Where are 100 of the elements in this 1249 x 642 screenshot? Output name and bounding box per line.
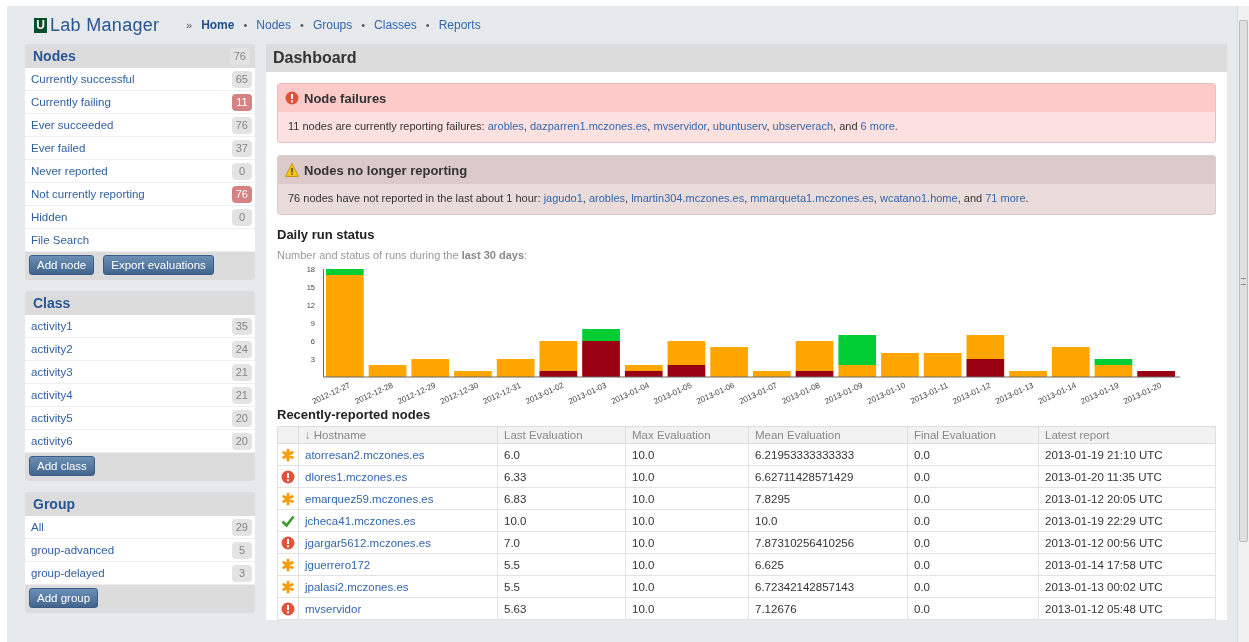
alert-title: Nodes no longer reporting <box>304 162 468 178</box>
node-link[interactable]: 71 more <box>985 192 1026 204</box>
scrollbar-drawing[interactable] <box>1237 6 1249 642</box>
panel-title: Nodes <box>33 48 76 64</box>
alert-title: Node failures <box>304 90 387 106</box>
panel-title: Class <box>33 295 71 311</box>
table-cell: 2013-01-12 20:05 UTC <box>1038 487 1216 510</box>
nav-link[interactable]: Classes <box>374 18 417 32</box>
panel-title: Dashboard <box>266 44 1227 72</box>
chart-caption: Number and status of runs during the last 30 days: <box>277 249 529 261</box>
node-link[interactable]: jagudo1 <box>543 192 583 204</box>
sidebar-link[interactable]: activity4 <box>31 389 73 401</box>
table-cell: 0.0 <box>907 443 1039 466</box>
action-button[interactable]: Export evaluations <box>103 255 214 275</box>
warning-icon <box>285 163 299 177</box>
table-cell: 2013-01-12 00:56 UTC <box>1038 531 1216 554</box>
alert-message: 76 nodes have not reported in the last about 1 hour: jagudo1, arobles, lmartin304.mczones.es, mmarqueta1.mczones.es, wcatano1.home, and 71 more. <box>287 191 1030 206</box>
table-cell: 10.0 <box>625 487 749 510</box>
app-title: Lab Manager <box>50 14 160 36</box>
hostname-link[interactable]: mvservidor <box>305 602 362 615</box>
table-cell: 2013-01-13 00:02 UTC <box>1038 575 1216 598</box>
nav-link[interactable]: Reports <box>438 18 481 32</box>
table-cell: 2013-01-19 22:29 UTC <box>1038 509 1216 532</box>
sidebar-link[interactable]: File Search <box>31 234 90 246</box>
nav-separator: • <box>300 19 304 31</box>
count-badge: 29 <box>231 518 252 536</box>
section-title: Daily run status <box>277 227 376 242</box>
count-badge: 21 <box>231 386 252 404</box>
table-header[interactable]: Mean Evaluation <box>748 426 908 444</box>
count-badge: 11 <box>232 93 252 111</box>
table-cell: 10.0 <box>625 443 749 466</box>
count-badge: 0 <box>232 162 252 180</box>
count-badge: 20 <box>231 409 252 427</box>
sidebar-link[interactable]: activity6 <box>31 435 73 447</box>
sidebar-link[interactable]: group-delayed <box>31 567 105 579</box>
table-cell: 10.0 <box>497 509 626 532</box>
count-badge: 3 <box>232 564 252 582</box>
table-cell: 10.0 <box>625 509 749 532</box>
table-cell: 2013-01-19 21:10 UTC <box>1038 443 1216 466</box>
node-link[interactable]: 6 more <box>860 120 895 132</box>
count-badge: 76 <box>231 116 252 134</box>
table-cell: 10.0 <box>625 465 749 488</box>
table-cell: 0.0 <box>907 487 1039 510</box>
node-link[interactable]: wcatano1.home <box>880 192 958 204</box>
sidebar-link[interactable]: All <box>31 521 44 533</box>
sidebar-link[interactable]: Hidden <box>31 211 68 223</box>
table-cell: 0.0 <box>907 509 1039 532</box>
count-badge: 65 <box>231 70 252 88</box>
table-cell: 10.0 <box>625 531 749 554</box>
alert-message: 11 nodes are currently reporting failures: arobles, dazparren1.mczones.es, mvservidor, ubuntuserv, ubserverach, and 6 more. <box>287 119 899 134</box>
sidebar-link[interactable]: Not currently reporting <box>31 188 145 200</box>
node-link[interactable]: arobles <box>588 192 625 204</box>
table-header[interactable]: Final Evaluation <box>907 426 1039 444</box>
sidebar-link[interactable]: Currently failing <box>31 96 111 108</box>
table-header[interactable]: Last Evaluation <box>497 426 626 444</box>
hostname-link[interactable]: jguerrero172 <box>305 558 371 571</box>
nav-link[interactable]: Groups <box>312 18 353 32</box>
table-cell: 6.33 <box>497 465 626 488</box>
nav-link[interactable]: Nodes <box>256 18 291 32</box>
nav-link[interactable]: Home <box>201 18 235 32</box>
sidebar-link[interactable]: Never reported <box>31 165 108 177</box>
sidebar-link[interactable]: Ever succeeded <box>31 119 114 131</box>
node-link[interactable]: mvservidor <box>653 120 707 132</box>
count-badge: 24 <box>231 340 252 358</box>
sidebar-link[interactable]: activity2 <box>31 343 73 355</box>
table-cell: 6.72342142857143 <box>748 575 908 598</box>
table-cell: 0.0 <box>907 553 1039 576</box>
sidebar-link[interactable]: activity5 <box>31 412 73 424</box>
table-cell: 6.625 <box>748 553 908 576</box>
table-header[interactable]: ↓ Hostname <box>298 426 498 444</box>
table-cell: 10.0 <box>625 597 749 620</box>
count-badge: 5 <box>232 541 252 559</box>
table-cell: 2013-01-14 17:58 UTC <box>1038 553 1216 576</box>
table-cell: 7.12676 <box>748 597 908 620</box>
nav-separator: • <box>243 19 248 31</box>
nav-separator: • <box>361 19 366 31</box>
logo-mark: U <box>34 17 47 33</box>
node-link[interactable]: arobles <box>487 120 524 132</box>
sort-arrow-icon: ↓ <box>305 429 311 441</box>
table-cell: 10.0 <box>625 553 749 576</box>
table-cell: 0.0 <box>907 465 1039 488</box>
sidebar-link[interactable]: Currently successful <box>31 73 135 85</box>
table-cell: 0.0 <box>907 531 1039 554</box>
sidebar-link[interactable]: Ever failed <box>31 142 86 154</box>
sidebar-link[interactable]: activity3 <box>31 366 73 378</box>
table-cell: 5.63 <box>497 597 626 620</box>
table-cell: 6.0 <box>497 443 626 466</box>
sidebar-link[interactable]: activity1 <box>31 320 73 332</box>
table-cell: 10.0 <box>748 509 908 532</box>
sidebar-link[interactable]: group-advanced <box>31 544 115 556</box>
action-button[interactable]: Add group <box>29 588 99 608</box>
action-button[interactable]: Add node <box>29 255 95 275</box>
action-button[interactable]: Add class <box>29 456 95 476</box>
node-link[interactable]: mmarqueta1.mczones.es <box>750 192 874 204</box>
nav-separator: • <box>425 19 430 31</box>
table-header[interactable]: Latest report <box>1038 426 1216 444</box>
table-cell: 6.21953333333333 <box>748 443 908 466</box>
count-badge: 0 <box>232 208 252 226</box>
table-cell: 5.5 <box>497 553 626 576</box>
table-header[interactable]: Max Evaluation <box>625 426 749 444</box>
